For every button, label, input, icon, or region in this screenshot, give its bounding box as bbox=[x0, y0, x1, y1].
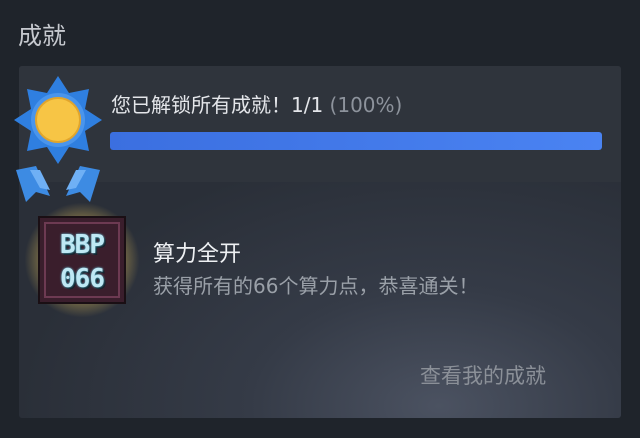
achievement-name: 算力全开 bbox=[153, 242, 242, 267]
achievement-description: 获得所有的66个算力点，恭喜通关！ bbox=[153, 274, 479, 298]
achievement-icon-line2: 066 bbox=[60, 264, 105, 294]
summary-count: 您已解锁所有成就！1/1 bbox=[111, 93, 324, 117]
summary-text: 您已解锁所有成就！1/1 (100%) bbox=[111, 89, 402, 118]
progress-fill bbox=[110, 132, 602, 150]
view-my-achievements-link[interactable]: 查看我的成就 bbox=[420, 360, 546, 390]
progress-bar bbox=[110, 132, 602, 150]
achievement-icon: BBP 066 bbox=[24, 202, 140, 318]
medal-icon bbox=[14, 76, 102, 202]
achievement-badge: BBP 066 bbox=[38, 216, 126, 304]
summary-percent: (100%) bbox=[329, 93, 403, 117]
achievement-icon-line1: BBP bbox=[60, 230, 105, 260]
section-title: 成就 bbox=[18, 22, 66, 50]
